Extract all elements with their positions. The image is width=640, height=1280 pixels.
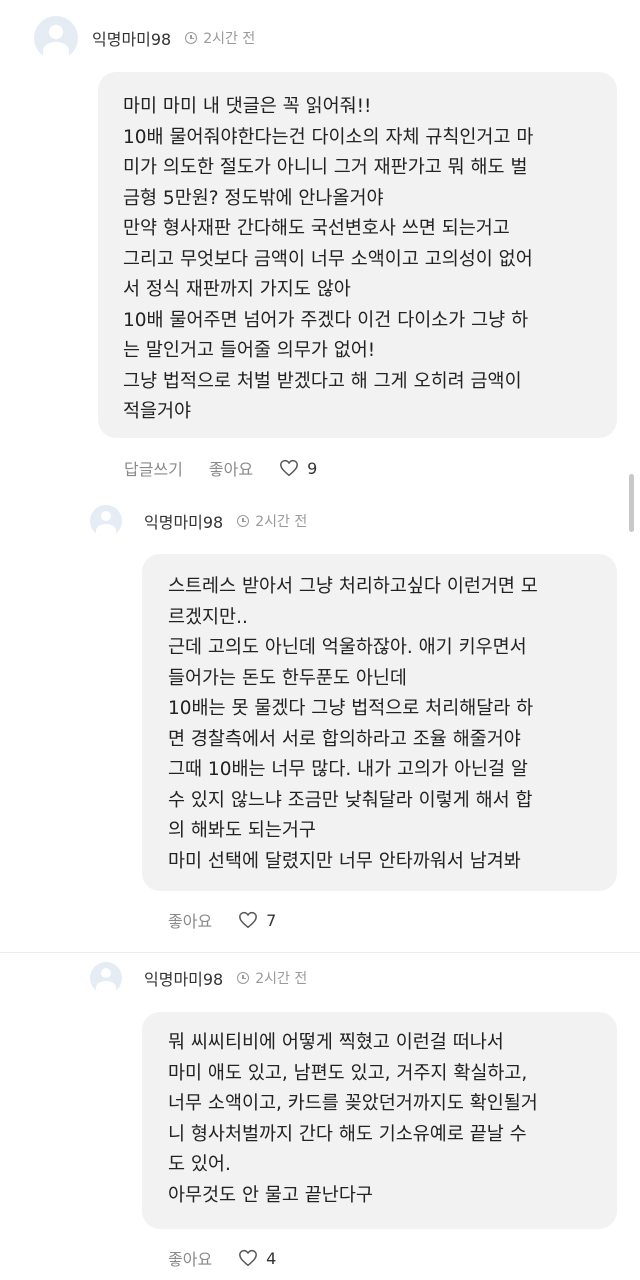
comment-line: 면 경찰측에서 서로 합의하라고 조율 해줄거야 [168, 728, 521, 750]
heart-icon[interactable] [279, 459, 299, 477]
divider [0, 952, 640, 953]
comment-line: 금형 5만원? 정도밖에 안나올거야 [123, 187, 384, 209]
comment-line: 미가 의도한 절도가 아니니 그거 재판가고 뭐 해도 벌 [123, 157, 528, 178]
comment-line: 마미 마미 내 댓글은 꼭 읽어줘!! [123, 96, 372, 117]
like-button[interactable]: 좋아요 [168, 908, 212, 932]
heart-icon[interactable] [238, 1249, 258, 1267]
comment-line: 10배 물어줘야한다는건 다이소의 자체 규칙인거고 마 [123, 126, 534, 148]
comment-bubble: 마미 마미 내 댓글은 꼭 읽어줘!! 10배 물어줘야한다는건 다이소의 자체… [98, 72, 617, 438]
heart-icon[interactable] [238, 911, 258, 929]
comment-line: 르겠지만.. [168, 606, 248, 628]
comment-line: 마미 애도 있고, 남편도 있고, 거주지 확실하고, [168, 1062, 528, 1084]
like-count: 4 [266, 1248, 277, 1268]
avatar-body-shape [43, 42, 69, 60]
comment-line: 10배 물어주면 넘어가 주겠다 이건 다이소가 그냥 하 [123, 309, 529, 331]
comment-header: 익명마미98 2시간 전 [90, 962, 307, 994]
comment-line: 그냥 법적으로 처벌 받겠다고 해 그게 오히려 금액이 [123, 370, 522, 392]
avatar-head-shape [101, 968, 111, 978]
comment-actions: 좋아요 7 [168, 908, 276, 932]
author-name[interactable]: 익명마미98 [92, 26, 171, 50]
comment-bubble: 스트레스 받아서 그냥 처리하고싶다 이런거면 모 르겠지만.. 근데 고의도 … [142, 554, 617, 891]
avatar-body-shape [96, 981, 116, 994]
comment-line: 뭐 씨씨티비에 어떻게 찍혔고 이런걸 떠나서 [168, 1032, 504, 1053]
avatar-head-shape [49, 25, 63, 39]
comment-line: 그리고 무엇보다 금액이 너무 소액이고 고의성이 없어 [123, 248, 533, 270]
comment-line: 도 있어. [168, 1154, 231, 1175]
avatar-body-shape [96, 524, 116, 537]
comment-time: 2시간 전 [255, 971, 308, 987]
author-name[interactable]: 익명마미98 [144, 509, 223, 533]
like-button[interactable]: 좋아요 [168, 1246, 212, 1270]
like-count: 7 [266, 910, 277, 930]
comment-line: 10배는 못 물겠다 그냥 법적으로 처리해달라 하 [168, 698, 534, 719]
comment-line: 만약 형사재판 간다해도 국선변호사 쓰면 되는거고 [123, 218, 510, 239]
comment-header: 익명마미98 2시간 전 [34, 16, 255, 60]
avatar[interactable] [34, 16, 78, 60]
avatar[interactable] [90, 962, 122, 994]
like-button[interactable]: 좋아요 [209, 456, 253, 480]
author-name[interactable]: 익명마미98 [144, 966, 223, 990]
reply-button[interactable]: 답글쓰기 [124, 456, 183, 480]
comment-line: 서 정식 재판까지 가지도 않아 [123, 279, 351, 300]
comment-line: 그때 10배는 너무 많다. 내가 고의가 아닌걸 알 [168, 759, 528, 780]
comment-line: 근데 고의도 아닌데 억울하잖아. 애기 키우면서 [168, 637, 527, 658]
comment-line: 수 있지 않느냐 조금만 낮춰달라 이렇게 해서 합 [168, 789, 533, 811]
comment-line: 너무 소액이고, 카드를 꽂았던거까지도 확인될거 [168, 1093, 538, 1114]
scrollbar[interactable] [629, 474, 634, 532]
clock-icon [237, 515, 250, 527]
avatar[interactable] [90, 505, 122, 537]
comment-line: 적을거야 [123, 401, 192, 422]
comment-time: 2시간 전 [255, 514, 308, 530]
comment-actions: 답글쓰기 좋아요 9 [124, 456, 317, 480]
comment-actions: 좋아요 4 [168, 1246, 276, 1270]
clock-icon [185, 32, 198, 44]
like-count: 9 [307, 458, 318, 478]
comment-line: 스트레스 받아서 그냥 처리하고싶다 이런거면 모 [168, 576, 538, 597]
comment-line: 는 말인거고 들어줄 의무가 없어! [123, 340, 376, 361]
comment-line: 마미 선택에 달렸지만 너무 안타까워서 남겨봐 [168, 850, 521, 872]
comment-line: 아무것도 안 물고 끝난다구 [168, 1184, 373, 1206]
comment-line: 들어가는 돈도 한두푼도 아닌데 [168, 667, 407, 689]
comment-time: 2시간 전 [203, 31, 256, 47]
comment-bubble: 뭐 씨씨티비에 어떻게 찍혔고 이런걸 떠나서 마미 애도 있고, 남편도 있고… [142, 1012, 617, 1229]
comment-line: 의 해봐도 되는거구 [168, 820, 316, 841]
clock-icon [237, 972, 250, 984]
avatar-head-shape [101, 511, 111, 521]
comment-header: 익명마미98 2시간 전 [90, 505, 307, 537]
comment-line: 니 형사처벌까지 간다 해도 기소유예로 끝날 수 [168, 1123, 527, 1145]
